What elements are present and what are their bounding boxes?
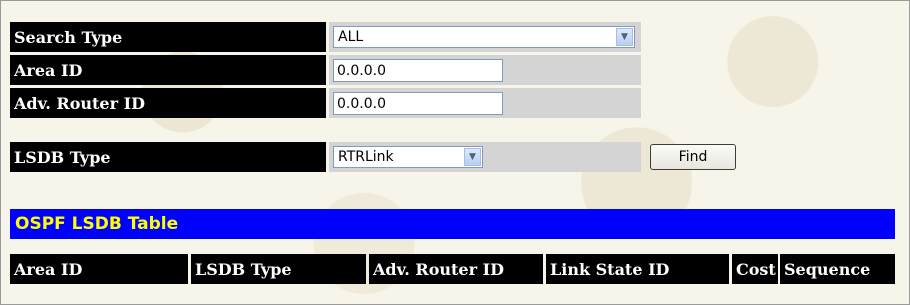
- area-id-label-text: Area ID: [14, 60, 83, 80]
- find-button-label: Find: [678, 149, 708, 165]
- adv-router-id-label-text: Adv. Router ID: [14, 93, 145, 113]
- column-header-area-id: Area ID: [10, 254, 188, 284]
- column-header-text: LSDB Type: [195, 259, 292, 279]
- search-type-label: Search Type: [10, 22, 326, 52]
- column-header-lsdb-type: LSDB Type: [191, 254, 366, 284]
- column-header-sequence: Sequence: [780, 254, 895, 284]
- column-header-cost: Cost: [732, 254, 778, 284]
- chevron-down-icon[interactable]: ▼: [464, 148, 481, 166]
- column-header-text: Adv. Router ID: [373, 259, 504, 279]
- lsdb-type-label-text: LSDB Type: [14, 147, 111, 167]
- area-id-label: Area ID: [10, 55, 326, 85]
- chevron-down-icon[interactable]: ▼: [616, 28, 633, 46]
- column-header-text: Sequence: [784, 259, 871, 279]
- search-type-value: ALL: [338, 29, 364, 45]
- column-header-text: Cost: [736, 259, 776, 279]
- table-title-bar: OSPF LSDB Table: [10, 209, 895, 239]
- adv-router-id-label: Adv. Router ID: [10, 88, 326, 118]
- lsdb-type-label: LSDB Type: [10, 142, 326, 172]
- lsdb-type-select[interactable]: RTRLink ▼: [333, 146, 483, 168]
- table-title: OSPF LSDB Table: [15, 214, 179, 234]
- column-header-text: Area ID: [14, 259, 83, 279]
- column-header-text: Link State ID: [550, 259, 670, 279]
- adv-router-id-input[interactable]: [333, 92, 503, 115]
- search-type-label-text: Search Type: [14, 27, 123, 47]
- search-type-select[interactable]: ALL ▼: [333, 26, 635, 48]
- column-header-link-state-id: Link State ID: [546, 254, 729, 284]
- find-button[interactable]: Find: [650, 144, 736, 170]
- column-header-adv-router-id: Adv. Router ID: [369, 254, 543, 284]
- area-id-input[interactable]: [333, 59, 503, 82]
- lsdb-type-value: RTRLink: [338, 149, 394, 165]
